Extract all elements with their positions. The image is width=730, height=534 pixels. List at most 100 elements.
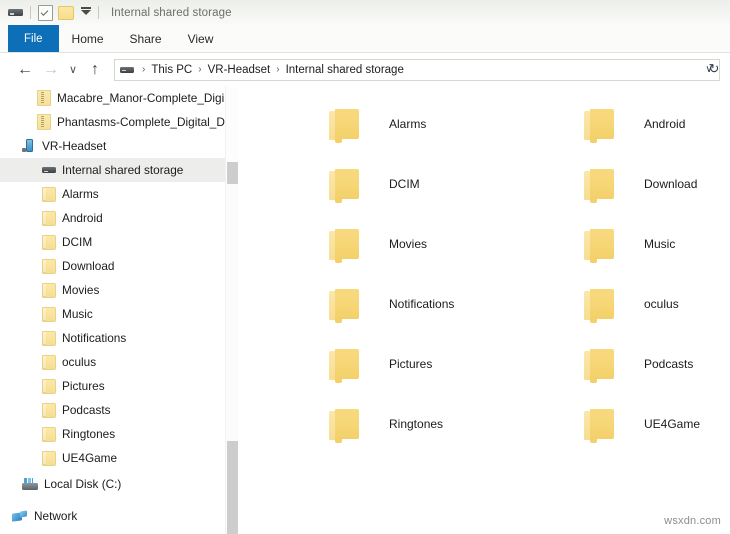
address-bar[interactable]: › This PC › VR-Headset › Internal shared… — [114, 58, 720, 81]
file-item-label: Podcasts — [644, 357, 694, 371]
breadcrumb-vr-headset[interactable]: VR-Headset — [207, 64, 272, 76]
file-item-movies[interactable]: Movies — [329, 214, 584, 274]
folder-icon — [584, 167, 614, 203]
sidebar-item-label: Macabre_Manor-Complete_Digi — [57, 91, 225, 105]
disk-icon — [22, 477, 38, 491]
properties-icon[interactable] — [38, 4, 53, 21]
forward-button[interactable]: → — [38, 57, 64, 83]
folder-icon — [584, 287, 614, 323]
sidebar-item-alarms[interactable]: Alarms — [0, 182, 238, 206]
drive-icon[interactable] — [8, 7, 23, 18]
file-item-podcasts[interactable]: Podcasts — [584, 334, 730, 394]
sidebar-item-label: Alarms — [62, 187, 99, 201]
folder-icon — [329, 107, 359, 143]
phone-icon — [22, 139, 36, 153]
folder-icon — [42, 234, 56, 250]
file-item-label: Notifications — [389, 297, 455, 311]
folder-icon — [42, 186, 56, 202]
folder-icon — [329, 167, 359, 203]
sidebar-item-label: Network — [34, 509, 78, 523]
file-grid: Alarms Android DCIM Download Movies Musi… — [329, 94, 729, 454]
new-folder-icon[interactable] — [58, 5, 74, 20]
sidebar-item-label: Music — [62, 307, 93, 321]
sidebar-item-local-disk-c[interactable]: Local Disk (C:) — [0, 472, 238, 496]
back-button[interactable]: ← — [12, 57, 38, 83]
sidebar-item-network[interactable]: Network — [0, 504, 238, 528]
folder-icon — [42, 306, 56, 322]
folder-icon — [329, 407, 359, 443]
sidebar-scrollbar-track[interactable] — [227, 184, 238, 441]
file-item-android[interactable]: Android — [584, 94, 730, 154]
sidebar-item-vr-headset[interactable]: VR-Headset — [0, 134, 238, 158]
breadcrumb-internal-shared-storage[interactable]: Internal shared storage — [285, 64, 405, 76]
file-item-label: Movies — [389, 237, 428, 251]
watermark: wsxdn.com — [664, 515, 721, 527]
sidebar-item-music[interactable]: Music — [0, 302, 238, 326]
sidebar-item-label: UE4Game — [62, 451, 118, 465]
file-explorer-window: Internal shared storage File Home Share … — [0, 0, 730, 534]
file-item-label: Download — [644, 177, 698, 191]
file-item-download[interactable]: Download — [584, 154, 730, 214]
sidebar-item-label: Android — [62, 211, 103, 225]
breadcrumb-separator-0: › — [142, 64, 146, 75]
tab-share[interactable]: Share — [117, 25, 175, 53]
sidebar-item-label: VR-Headset — [42, 139, 107, 153]
tab-view[interactable]: View — [175, 25, 227, 53]
sidebar-item-macabre-manor[interactable]: Macabre_Manor-Complete_Digi ^ — [0, 86, 238, 110]
storage-icon — [42, 164, 56, 176]
breadcrumb-this-pc[interactable]: This PC — [150, 64, 193, 76]
up-button[interactable]: ↑ — [82, 57, 108, 83]
sidebar-item-internal-shared-storage[interactable]: Internal shared storage — [0, 158, 238, 182]
folder-icon — [42, 258, 56, 274]
sidebar-item-pictures[interactable]: Pictures — [0, 374, 238, 398]
folder-icon — [42, 402, 56, 418]
toolbar-separator-2 — [98, 6, 99, 19]
folder-icon — [42, 210, 56, 226]
sidebar-item-download[interactable]: Download — [0, 254, 238, 278]
recent-locations-button[interactable]: ∨ — [64, 57, 82, 83]
folder-icon — [42, 330, 56, 346]
sidebar-item-dcim[interactable]: DCIM — [0, 230, 238, 254]
file-item-pictures[interactable]: Pictures — [329, 334, 584, 394]
sidebar-item-label: Movies — [62, 283, 100, 297]
sidebar-item-notifications[interactable]: Notifications — [0, 326, 238, 350]
sidebar-item-label: Phantasms-Complete_Digital_D — [57, 115, 225, 129]
refresh-button[interactable]: ↻ — [702, 58, 726, 80]
folder-icon — [329, 287, 359, 323]
file-item-music[interactable]: Music — [584, 214, 730, 274]
sidebar-item-oculus[interactable]: oculus — [0, 350, 238, 374]
customize-dropdown-icon[interactable] — [81, 7, 91, 15]
file-item-ringtones[interactable]: Ringtones — [329, 394, 584, 454]
sidebar-item-label: Podcasts — [62, 403, 111, 417]
file-item-notifications[interactable]: Notifications — [329, 274, 584, 334]
sidebar-item-label: Local Disk (C:) — [44, 477, 122, 491]
sidebar-item-movies[interactable]: Movies — [0, 278, 238, 302]
file-item-alarms[interactable]: Alarms — [329, 94, 584, 154]
sidebar-item-ringtones[interactable]: Ringtones — [0, 422, 238, 446]
file-item-label: Ringtones — [389, 417, 444, 431]
sidebar-item-podcasts[interactable]: Podcasts — [0, 398, 238, 422]
file-item-dcim[interactable]: DCIM — [329, 154, 584, 214]
sidebar-item-ue4game[interactable]: UE4Game — [0, 446, 238, 470]
toolbar-separator-1 — [30, 6, 31, 19]
sidebar-item-phantasms[interactable]: Phantasms-Complete_Digital_D — [0, 110, 238, 134]
file-list-pane[interactable]: Alarms Android DCIM Download Movies Musi… — [239, 86, 730, 534]
folder-icon — [42, 354, 56, 370]
sidebar-scrollbar-thumb-upper[interactable] — [227, 162, 238, 184]
file-item-ue4game[interactable]: UE4Game — [584, 394, 730, 454]
ribbon-tab-bar: File Home Share View — [0, 25, 730, 53]
tab-file[interactable]: File — [8, 25, 59, 53]
sidebar-item-android[interactable]: Android — [0, 206, 238, 230]
sidebar-scrollbar[interactable] — [225, 86, 238, 534]
explorer-content: Macabre_Manor-Complete_Digi ^ Phantasms-… — [0, 86, 730, 534]
folder-icon — [329, 227, 359, 263]
quick-access-toolbar — [8, 4, 101, 21]
sidebar-item-label: Pictures — [62, 379, 105, 393]
sidebar-item-label: oculus — [62, 355, 97, 369]
sidebar-item-label: DCIM — [62, 235, 93, 249]
file-item-oculus[interactable]: oculus — [584, 274, 730, 334]
tab-home[interactable]: Home — [59, 25, 117, 53]
folder-icon — [584, 107, 614, 143]
sidebar-scrollbar-thumb[interactable] — [227, 441, 238, 534]
sidebar-item-label: Ringtones — [62, 427, 116, 441]
